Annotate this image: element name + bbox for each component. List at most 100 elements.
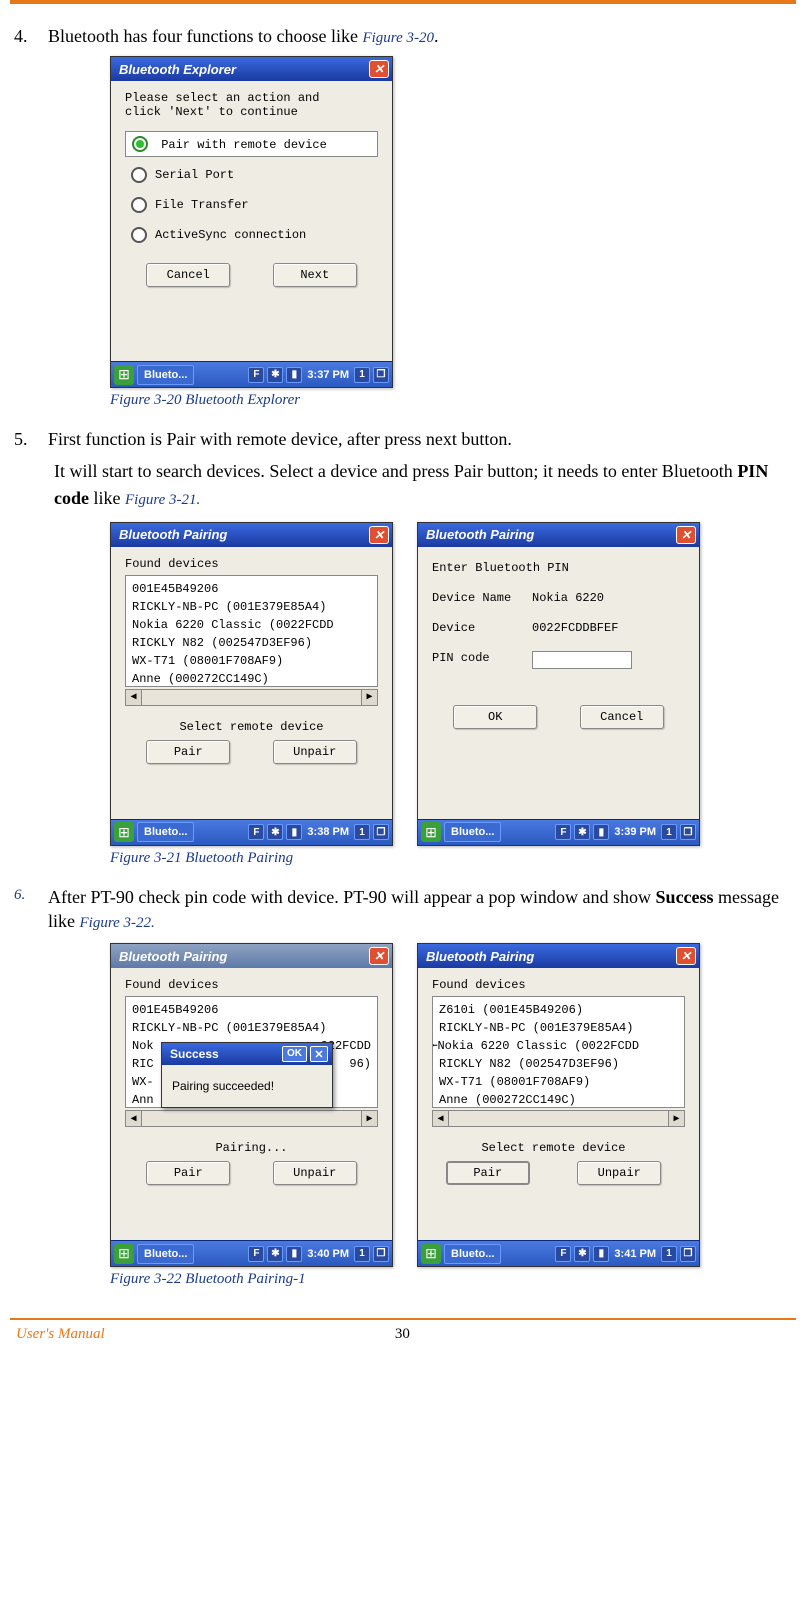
unpair-button[interactable]: Unpair <box>577 1161 661 1185</box>
h-scrollbar[interactable]: ◀ ▶ <box>432 1110 685 1127</box>
battery-icon[interactable]: ▮ <box>593 1246 609 1262</box>
taskbar[interactable]: ⊞ Blueto... F ✱ ▮ 3:40 PM 1 ❐ <box>111 1240 392 1266</box>
scroll-track[interactable] <box>142 689 361 706</box>
f-icon[interactable]: F <box>555 1246 571 1262</box>
one-icon[interactable]: 1 <box>354 367 370 383</box>
pair-button[interactable]: Pair <box>446 1161 530 1185</box>
battery-icon[interactable]: ▮ <box>286 367 302 383</box>
windows-icon[interactable]: ❐ <box>373 824 389 840</box>
pin-code-input[interactable] <box>532 651 632 669</box>
windows-icon[interactable]: ❐ <box>373 1246 389 1262</box>
list-item[interactable]: WX-T71 (08001F708AF9) <box>439 1073 678 1091</box>
start-icon[interactable]: ⊞ <box>114 822 134 842</box>
list-item[interactable]: RICKLY-NB-PC (001E379E85A4) <box>132 598 371 616</box>
popup-ok-button[interactable]: OK <box>282 1046 307 1062</box>
radio-icon[interactable] <box>131 227 147 243</box>
bluetooth-icon[interactable]: ✱ <box>267 824 283 840</box>
option-row[interactable]: ActiveSync connection <box>131 227 378 243</box>
close-icon[interactable]: ✕ <box>676 947 696 965</box>
list-item[interactable]: RICKLY N82 (002547D3EF96) <box>439 1055 678 1073</box>
h-scrollbar[interactable]: ◀ ▶ <box>125 689 378 706</box>
start-icon[interactable]: ⊞ <box>114 365 134 385</box>
pair-button[interactable]: Pair <box>146 1161 230 1185</box>
radio-icon[interactable] <box>132 136 148 152</box>
list-item[interactable]: Anne (000272CC149C) <box>132 670 371 687</box>
taskbar[interactable]: ⊞ Blueto... F ✱ ▮ 3:39 PM 1 ❐ <box>418 819 699 845</box>
taskbar[interactable]: ⊞ Blueto... F ✱ ▮ 3:37 PM 1 ❐ <box>111 361 392 387</box>
scroll-track[interactable] <box>142 1110 361 1127</box>
taskbar-app[interactable]: Blueto... <box>137 365 194 385</box>
unpair-button[interactable]: Unpair <box>273 740 357 764</box>
scroll-left-icon[interactable]: ◀ <box>125 1110 142 1127</box>
close-icon[interactable]: ✕ <box>369 947 389 965</box>
list-item[interactable]: Nokia 6220 Classic (0022FCDD <box>132 616 371 634</box>
taskbar-app[interactable]: Blueto... <box>444 1244 501 1264</box>
list-item[interactable]: Anne (000272CC149C) <box>439 1091 678 1108</box>
scroll-track[interactable] <box>449 1110 668 1127</box>
bluetooth-icon[interactable]: ✱ <box>574 1246 590 1262</box>
battery-icon[interactable]: ▮ <box>593 824 609 840</box>
f-icon[interactable]: F <box>248 367 264 383</box>
f-icon[interactable]: F <box>248 1246 264 1262</box>
radio-icon[interactable] <box>131 167 147 183</box>
taskbar-app[interactable]: Blueto... <box>137 822 194 842</box>
close-icon[interactable]: ✕ <box>369 60 389 78</box>
list-item[interactable]: Z610i (001E45B49206) <box>439 1001 678 1019</box>
list-item[interactable]: RICKLY-NB-PC (001E379E85A4) <box>439 1019 678 1037</box>
unpair-button[interactable]: Unpair <box>273 1161 357 1185</box>
h-scrollbar[interactable]: ◀ ▶ <box>125 1110 378 1127</box>
option-row-selected[interactable]: Pair with remote device <box>125 131 378 157</box>
window-titlebar[interactable]: Bluetooth Pairing ✕ <box>111 523 392 547</box>
list-item-paired[interactable]: O⟜Nokia 6220 Classic (0022FCDD <box>432 1037 678 1055</box>
ok-button[interactable]: OK <box>453 705 537 729</box>
bluetooth-icon[interactable]: ✱ <box>267 1246 283 1262</box>
next-button[interactable]: Next <box>273 263 357 287</box>
device-list[interactable]: Z610i (001E45B49206) RICKLY-NB-PC (001E3… <box>432 996 685 1108</box>
one-icon[interactable]: 1 <box>661 1246 677 1262</box>
list-item[interactable]: WX-T71 (08001F708AF9) <box>132 652 371 670</box>
start-icon[interactable]: ⊞ <box>421 1244 441 1264</box>
start-icon[interactable]: ⊞ <box>421 822 441 842</box>
list-item[interactable]: 001E45B49206 <box>132 1001 371 1019</box>
scroll-left-icon[interactable]: ◀ <box>125 689 142 706</box>
taskbar[interactable]: ⊞ Blueto... F ✱ ▮ 3:41 PM 1 ❐ <box>418 1240 699 1266</box>
list-item[interactable]: 001E45B49206 <box>132 580 371 598</box>
scroll-right-icon[interactable]: ▶ <box>361 1110 378 1127</box>
cancel-button[interactable]: Cancel <box>146 263 230 287</box>
taskbar-app[interactable]: Blueto... <box>444 822 501 842</box>
windows-icon[interactable]: ❐ <box>680 1246 696 1262</box>
bluetooth-icon[interactable]: ✱ <box>267 367 283 383</box>
device-list[interactable]: 001E45B49206 RICKLY-NB-PC (001E379E85A4)… <box>125 575 378 687</box>
one-icon[interactable]: 1 <box>354 824 370 840</box>
window-titlebar[interactable]: Bluetooth Pairing ✕ <box>111 944 392 968</box>
option-row[interactable]: Serial Port <box>131 167 378 183</box>
start-icon[interactable]: ⊞ <box>114 1244 134 1264</box>
window-titlebar[interactable]: Bluetooth Explorer ✕ <box>111 57 392 81</box>
list-item[interactable]: RICKLY-NB-PC (001E379E85A4) <box>132 1019 371 1037</box>
one-icon[interactable]: 1 <box>661 824 677 840</box>
popup-titlebar[interactable]: Success OK ✕ <box>162 1043 332 1065</box>
battery-icon[interactable]: ▮ <box>286 1246 302 1262</box>
cancel-button[interactable]: Cancel <box>580 705 664 729</box>
pair-button[interactable]: Pair <box>146 740 230 764</box>
close-icon[interactable]: ✕ <box>369 526 389 544</box>
radio-icon[interactable] <box>131 197 147 213</box>
one-icon[interactable]: 1 <box>354 1246 370 1262</box>
battery-icon[interactable]: ▮ <box>286 824 302 840</box>
option-row[interactable]: File Transfer <box>131 197 378 213</box>
taskbar-app[interactable]: Blueto... <box>137 1244 194 1264</box>
scroll-right-icon[interactable]: ▶ <box>668 1110 685 1127</box>
f-icon[interactable]: F <box>248 824 264 840</box>
window-titlebar[interactable]: Bluetooth Pairing ✕ <box>418 523 699 547</box>
scroll-right-icon[interactable]: ▶ <box>361 689 378 706</box>
close-icon[interactable]: ✕ <box>676 526 696 544</box>
list-item[interactable]: RICKLY N82 (002547D3EF96) <box>132 634 371 652</box>
windows-icon[interactable]: ❐ <box>680 824 696 840</box>
f-icon[interactable]: F <box>555 824 571 840</box>
taskbar[interactable]: ⊞ Blueto... F ✱ ▮ 3:38 PM 1 ❐ <box>111 819 392 845</box>
bluetooth-icon[interactable]: ✱ <box>574 824 590 840</box>
window-titlebar[interactable]: Bluetooth Pairing ✕ <box>418 944 699 968</box>
windows-icon[interactable]: ❐ <box>373 367 389 383</box>
scroll-left-icon[interactable]: ◀ <box>432 1110 449 1127</box>
close-icon[interactable]: ✕ <box>310 1046 328 1062</box>
